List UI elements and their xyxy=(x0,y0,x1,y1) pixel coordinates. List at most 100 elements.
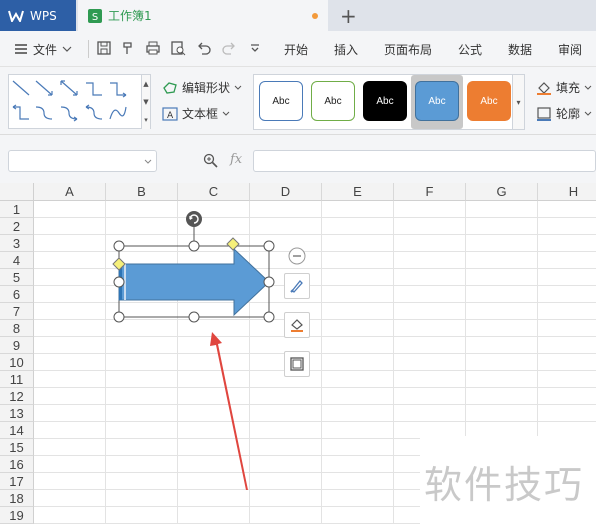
row-header-6[interactable]: 6 xyxy=(0,286,34,303)
tab-page-layout[interactable]: 页面布局 xyxy=(384,31,432,67)
row-header-19[interactable]: 19 xyxy=(0,507,34,524)
shape-style-3[interactable]: Abc xyxy=(363,81,407,121)
grid-line-horizontal xyxy=(34,421,596,422)
outline-button[interactable]: 轮廓 xyxy=(536,105,592,122)
row-header-8[interactable]: 8 xyxy=(0,320,34,337)
shape-style-4[interactable]: Abc xyxy=(415,81,459,121)
fx-label[interactable]: fx xyxy=(230,152,242,167)
grid-line-horizontal xyxy=(34,404,596,405)
shape-outline-button[interactable] xyxy=(284,351,310,377)
print-icon[interactable] xyxy=(145,40,161,56)
format-painter-icon[interactable] xyxy=(120,40,136,56)
row-header-15[interactable]: 15 xyxy=(0,439,34,456)
row-header-9[interactable]: 9 xyxy=(0,337,34,354)
column-header-d[interactable]: D xyxy=(250,183,322,201)
row-header-17[interactable]: 17 xyxy=(0,473,34,490)
file-menu[interactable]: 文件 xyxy=(14,31,72,67)
style-gallery-more-icon[interactable]: ▾ xyxy=(512,75,524,129)
title-bar: WPS S 工作簿1 + xyxy=(0,0,596,31)
redo-icon[interactable] xyxy=(221,40,237,56)
brush-icon xyxy=(290,280,303,293)
row-header-7[interactable]: 7 xyxy=(0,303,34,320)
save-icon[interactable] xyxy=(96,40,112,56)
tab-data[interactable]: 数据 xyxy=(508,31,532,67)
grid-line-horizontal xyxy=(34,234,596,235)
row-header-10[interactable]: 10 xyxy=(0,354,34,371)
shape-style-button[interactable] xyxy=(284,273,310,299)
document-tab[interactable]: S 工作簿1 xyxy=(78,0,328,31)
chevron-down-icon xyxy=(234,85,242,90)
gallery-more-icon[interactable]: ▾ xyxy=(141,111,150,129)
grid-line-vertical xyxy=(177,201,178,524)
tab-review[interactable]: 审阅 xyxy=(558,31,582,67)
column-header-g[interactable]: G xyxy=(466,183,538,201)
svg-text:A: A xyxy=(167,111,174,121)
grid-line-vertical xyxy=(321,201,322,524)
tab-home[interactable]: 开始 xyxy=(284,31,308,67)
undo-icon[interactable] xyxy=(196,40,212,56)
connector-gallery[interactable]: ▲ ▼ ▾ xyxy=(8,74,151,129)
grid-line-horizontal xyxy=(34,268,596,269)
row-header-16[interactable]: 16 xyxy=(0,456,34,473)
grid-line-horizontal xyxy=(34,353,596,354)
tab-formulas[interactable]: 公式 xyxy=(458,31,482,67)
grid-line-horizontal xyxy=(34,370,596,371)
shape-fill-button[interactable] xyxy=(284,312,310,338)
row-header-13[interactable]: 13 xyxy=(0,405,34,422)
row-header-4[interactable]: 4 xyxy=(0,252,34,269)
column-header-c[interactable]: C xyxy=(178,183,250,201)
formula-input[interactable] xyxy=(253,150,596,172)
fill-bucket-icon xyxy=(291,319,303,332)
shape-style-1[interactable]: Abc xyxy=(259,81,303,121)
grid-line-horizontal xyxy=(34,387,596,388)
tab-insert[interactable]: 插入 xyxy=(334,31,358,67)
shape-style-2[interactable]: Abc xyxy=(311,81,355,121)
wps-home-tab[interactable]: WPS xyxy=(0,0,76,31)
column-header-a[interactable]: A xyxy=(34,183,106,201)
zoom-icon[interactable] xyxy=(203,153,219,169)
chevron-down-icon xyxy=(62,46,72,52)
chevron-down-icon xyxy=(584,85,592,90)
name-box[interactable] xyxy=(8,150,157,172)
row-header-12[interactable]: 12 xyxy=(0,388,34,405)
outline-icon xyxy=(290,357,304,371)
row-header-18[interactable]: 18 xyxy=(0,490,34,507)
document-name: 工作簿1 xyxy=(108,9,152,23)
column-header-b[interactable]: B xyxy=(106,183,178,201)
grid-line-horizontal xyxy=(34,302,596,303)
grid-line-horizontal xyxy=(34,319,596,320)
edit-shape-button[interactable]: 编辑形状 xyxy=(162,79,242,96)
grid-line-horizontal xyxy=(34,336,596,337)
gallery-up-icon[interactable]: ▲ xyxy=(141,75,150,93)
customize-toolbar-icon[interactable] xyxy=(247,40,263,56)
row-header-2[interactable]: 2 xyxy=(0,218,34,235)
row-header-3[interactable]: 3 xyxy=(0,235,34,252)
ribbon: ▲ ▼ ▾ 编辑形状 A 文本框 Abc Abc Abc Abc Abc ▾ 填… xyxy=(0,67,596,135)
row-header-5[interactable]: 5 xyxy=(0,269,34,286)
fill-button[interactable]: 填充 xyxy=(536,79,592,96)
fill-label: 填充 xyxy=(556,81,581,95)
grid-line-vertical xyxy=(249,201,250,524)
grid-line-horizontal xyxy=(34,285,596,286)
row-header-14[interactable]: 14 xyxy=(0,422,34,439)
collapse-icon[interactable] xyxy=(288,247,306,265)
row-header-11[interactable]: 11 xyxy=(0,371,34,388)
text-box-icon: A xyxy=(162,106,178,121)
print-preview-icon[interactable] xyxy=(170,40,186,56)
row-header-1[interactable]: 1 xyxy=(0,201,34,218)
column-header-e[interactable]: E xyxy=(322,183,394,201)
grid-line-horizontal xyxy=(34,217,596,218)
gallery-down-icon[interactable]: ▼ xyxy=(141,93,150,111)
edit-shape-label: 编辑形状 xyxy=(182,81,231,95)
formula-bar: fx xyxy=(0,135,596,183)
edit-shape-icon xyxy=(163,81,177,94)
column-header-f[interactable]: F xyxy=(394,183,466,201)
fill-bucket-icon xyxy=(537,81,551,95)
text-box-label: 文本框 xyxy=(182,107,219,121)
grid-line-vertical xyxy=(105,201,106,524)
new-tab-button[interactable]: + xyxy=(340,4,357,28)
select-all-corner[interactable] xyxy=(0,183,34,201)
shape-style-5[interactable]: Abc xyxy=(467,81,511,121)
text-box-button[interactable]: A 文本框 xyxy=(162,105,230,122)
column-header-h[interactable]: H xyxy=(538,183,596,201)
